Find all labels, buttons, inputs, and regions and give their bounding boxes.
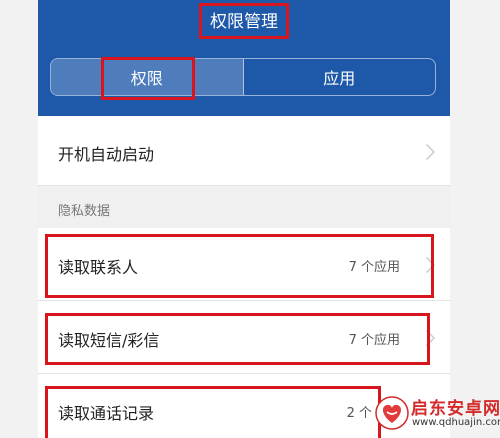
watermark-name: 启东安卓网 [411, 399, 500, 419]
privacy-section-label: 隐私数据 [58, 204, 111, 219]
watermark-url: www.qdhuajin.com [412, 417, 500, 428]
read-call-log-label: 读取通话记录 [58, 404, 155, 423]
autostart-row[interactable]: 开机自动启动 [38, 116, 450, 186]
page-title: 权限管理 [210, 12, 278, 32]
segmented-tabs: 权限 应用 [50, 58, 436, 96]
read-sms-label: 读取短信/彩信 [58, 331, 160, 350]
chevron-right-icon [425, 143, 436, 161]
header-bar: 权限管理 权限 应用 [38, 0, 450, 116]
permission-manager-screen: 权限管理 权限 应用 开机自动启动 隐私数据 读取联系人 7 个应用 读取短信/… [38, 0, 450, 438]
tab-permissions[interactable]: 权限 [51, 59, 244, 95]
chevron-right-icon [425, 256, 436, 274]
chevron-right-icon [425, 329, 436, 347]
read-contacts-row[interactable]: 读取联系人 7 个应用 [38, 228, 450, 301]
tab-apps[interactable]: 应用 [244, 59, 436, 95]
read-sms-count: 7 个应用 [348, 333, 400, 348]
read-call-log-count: 2 个 [346, 406, 372, 421]
read-contacts-label: 读取联系人 [58, 258, 139, 277]
privacy-section-header: 隐私数据 [38, 186, 450, 228]
read-sms-row[interactable]: 读取短信/彩信 7 个应用 [38, 301, 450, 374]
read-contacts-count: 7 个应用 [348, 260, 400, 275]
heart-logo-icon [375, 396, 409, 430]
watermark: 启东安卓网 www.qdhuajin.com [375, 392, 500, 436]
autostart-label: 开机自动启动 [58, 145, 155, 164]
